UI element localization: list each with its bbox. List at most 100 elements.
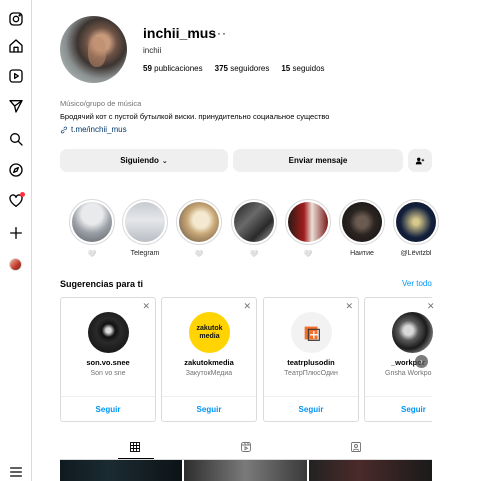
card-divider — [264, 396, 358, 397]
close-icon[interactable]: ✕ — [243, 301, 251, 312]
follow-button[interactable]: Seguir — [401, 405, 426, 414]
highlight-cover — [396, 202, 436, 242]
grid-icon — [130, 442, 140, 452]
active-tab-indicator — [118, 458, 154, 459]
highlight-item[interactable]: Telegram — [120, 199, 170, 257]
highlight-cover — [125, 202, 165, 242]
followers-count: 375 — [214, 64, 228, 73]
highlight-cover — [288, 202, 328, 242]
follow-button[interactable]: Seguir — [61, 405, 155, 414]
explore-icon[interactable] — [6, 160, 26, 180]
home-icon[interactable] — [6, 36, 26, 56]
card-divider — [162, 396, 256, 397]
follow-button[interactable]: Seguir — [162, 405, 256, 414]
tagged-icon — [351, 442, 361, 452]
following-stat[interactable]: 15 seguidos — [281, 64, 324, 73]
suggestion-subtitle: Son vo sne — [90, 370, 126, 377]
profile-stats: 59 publicaciones 375 seguidores 15 segui… — [143, 64, 325, 73]
instagram-icon[interactable] — [6, 9, 26, 29]
following-count: 15 — [281, 64, 291, 73]
following-label: seguidos — [292, 64, 325, 73]
highlight-item[interactable]: 🤍 — [67, 199, 117, 258]
send-icon[interactable] — [6, 96, 26, 116]
highlight-label: 🤍 — [249, 251, 259, 258]
highlight-label: 🤍 — [87, 251, 97, 258]
menu-icon[interactable] — [6, 462, 26, 481]
suggestion-subtitle: Grisha Workpo — [385, 370, 432, 377]
suggest-users-button[interactable] — [408, 149, 432, 172]
highlight-item[interactable]: 🤍 — [174, 199, 224, 258]
highlight-label: 🤍 — [303, 251, 313, 258]
posts-count: 59 — [143, 64, 152, 73]
suggestion-username[interactable]: zakutokmedia — [162, 358, 256, 367]
suggestion-avatar[interactable] — [291, 312, 332, 353]
reels-icon[interactable] — [6, 66, 26, 86]
search-icon[interactable] — [6, 129, 26, 149]
highlight-label: Наитие — [350, 250, 374, 257]
card-divider — [365, 396, 432, 397]
suggestion-card: ✕ zakutok media zakutokmedia ЗакутокМедиа… — [161, 297, 257, 422]
tab-posts[interactable] — [129, 440, 143, 454]
suggestion-avatar[interactable] — [392, 312, 433, 353]
suggestion-username[interactable]: teatrplusodin — [264, 358, 358, 367]
see-all-link[interactable]: Ver todo — [402, 279, 432, 288]
profile-full-name: inchii — [143, 46, 162, 55]
chevron-right-icon[interactable]: › — [415, 355, 428, 368]
suggestion-avatar-image — [392, 312, 433, 353]
suggestion-avatar[interactable]: zakutok media — [189, 312, 230, 353]
highlight-item[interactable]: 🤍 — [229, 199, 279, 258]
profile-avatar[interactable] — [9, 258, 22, 271]
highlight-item[interactable]: Наитие — [337, 199, 387, 257]
zakutok-logo: zakutok media — [196, 324, 223, 340]
followers-stat[interactable]: 375 seguidores — [215, 64, 270, 73]
profile-category: Músico/grupo de música — [60, 99, 142, 108]
profile-link[interactable]: t.me/inchii_mus — [60, 125, 127, 134]
highlight-label: 🤍 — [194, 251, 204, 258]
following-button-label: Siguiendo — [120, 156, 159, 165]
highlight-label: Telegram — [130, 250, 160, 257]
create-icon[interactable] — [6, 223, 26, 243]
posts-label: publicaciones — [154, 64, 203, 73]
card-divider — [61, 396, 155, 397]
follow-button[interactable]: Seguir — [264, 405, 358, 414]
heart-icon[interactable] — [6, 191, 26, 211]
suggestion-avatar[interactable] — [88, 312, 129, 353]
chevron-down-icon: ⌄ — [161, 157, 168, 165]
link-icon — [61, 126, 67, 133]
suggestion-subtitle: ЗакутокМедиа — [185, 370, 233, 377]
suggestion-card: ✕ son.vo.snee Son vo sne Seguir — [60, 297, 156, 422]
followers-label: seguidores — [230, 64, 270, 73]
teatr-logo-icon — [304, 326, 320, 341]
add-user-icon — [415, 157, 425, 164]
close-icon[interactable]: ✕ — [142, 301, 150, 312]
highlight-item[interactable]: @Lёvitzbl — [391, 199, 441, 257]
more-options-icon[interactable]: ··· — [212, 26, 227, 40]
suggestion-card: ✕ teatrplusodin ТеатрПлюсОдин Seguir — [263, 297, 359, 422]
highlight-cover — [234, 202, 274, 242]
highlight-label: @Lёvitzbl — [400, 250, 432, 257]
profile-picture[interactable] — [60, 16, 127, 83]
post-thumbnail[interactable] — [184, 460, 307, 481]
reels-icon — [241, 442, 251, 452]
post-thumbnail[interactable] — [60, 460, 182, 481]
highlight-cover — [179, 202, 219, 242]
suggestion-username[interactable]: son.vo.snee — [61, 358, 155, 367]
send-message-label: Enviar mensaje — [288, 156, 348, 165]
profile-bio: Бродячий кот с пустой бутылкой виски. пр… — [60, 112, 330, 121]
highlight-cover — [72, 202, 112, 242]
tab-tagged[interactable] — [350, 440, 364, 454]
profile-username: inchii_mus — [143, 25, 217, 41]
highlight-item[interactable]: 🤍 — [283, 199, 333, 258]
profile-link-text: t.me/inchii_mus — [71, 125, 127, 134]
suggestion-subtitle: ТеатрПлюсОдин — [284, 370, 338, 377]
close-icon[interactable]: ✕ — [345, 301, 353, 312]
send-message-button[interactable]: Enviar mensaje — [233, 149, 403, 172]
suggestions-title: Sugerencias para ti — [60, 279, 144, 289]
tab-reels[interactable] — [240, 440, 254, 454]
posts-stat: 59 publicaciones — [143, 64, 203, 73]
highlight-cover — [342, 202, 382, 242]
following-button[interactable]: Siguiendo ⌄ — [60, 149, 228, 172]
post-thumbnail[interactable] — [309, 460, 432, 481]
notification-dot — [20, 192, 25, 197]
close-icon[interactable]: ✕ — [427, 301, 435, 312]
